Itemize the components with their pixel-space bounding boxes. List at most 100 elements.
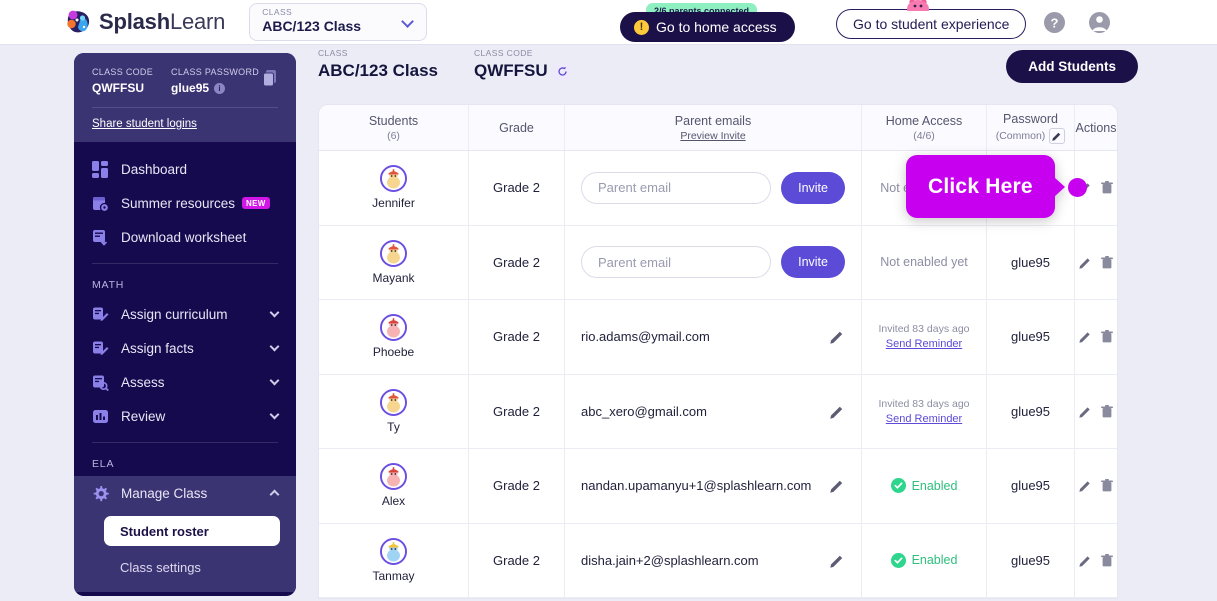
sidebar-nav-list: Dashboard Summer resources NEW	[74, 142, 296, 476]
sidebar-item-summer-resources-label: Summer resources	[121, 196, 235, 211]
delete-student-icon[interactable]	[1101, 479, 1113, 492]
sidebar-item-student-roster[interactable]: Student roster	[104, 516, 280, 546]
parent-email-entry: Parent email Invite	[565, 246, 861, 278]
parent-email-display: disha.jain+2@splashlearn.com	[565, 553, 861, 568]
parent-email-cell: rio.adams@ymail.com	[565, 300, 862, 374]
edit-student-icon[interactable]	[1079, 256, 1092, 269]
actions-cell	[1075, 300, 1117, 374]
sidebar-divider	[92, 107, 278, 108]
chevron-down-icon	[270, 342, 280, 352]
info-icon[interactable]: i	[214, 83, 225, 94]
table-row: MayankGrade 2Parent emailInviteNot enabl…	[319, 226, 1117, 301]
click-here-callout: Click Here	[906, 155, 1055, 218]
delete-student-icon[interactable]	[1101, 256, 1113, 269]
copy-icon[interactable]	[262, 69, 278, 92]
column-header-password-common: (Common)	[996, 130, 1046, 142]
header-class-label: CLASS	[318, 48, 438, 58]
edit-email-icon[interactable]	[830, 553, 845, 568]
home-access-status: Not enabled yet	[880, 255, 968, 269]
parent-email-cell: nandan.upamanyu+1@splashlearn.com	[565, 449, 862, 523]
actions-cell	[1075, 226, 1117, 300]
table-row: TyGrade 2abc_xero@gmail.comInvited 83 da…	[319, 375, 1117, 450]
user-account-icon[interactable]	[1088, 11, 1111, 39]
edit-student-icon[interactable]	[1079, 554, 1092, 567]
go-to-student-experience-button[interactable]: Go to student experience	[836, 9, 1026, 39]
click-target-highlight[interactable]	[1068, 178, 1087, 197]
actions-cell	[1075, 524, 1117, 598]
home-access-status: Enabled	[912, 479, 958, 493]
student-cell: Mayank	[319, 226, 469, 300]
add-students-button[interactable]: Add Students	[1006, 50, 1138, 83]
edit-student-icon[interactable]	[1079, 479, 1092, 492]
invite-button[interactable]: Invite	[781, 172, 845, 204]
sidebar-item-download-worksheet[interactable]: Download worksheet	[74, 220, 296, 254]
delete-student-icon[interactable]	[1101, 554, 1113, 567]
sidebar-manage-class-block: Manage Class Student roster Class settin…	[74, 476, 296, 592]
table-row: AlexGrade 2nandan.upamanyu+1@splashlearn…	[319, 449, 1117, 524]
home-access-enabled: Enabled	[891, 553, 958, 568]
student-name: Alex	[382, 494, 405, 508]
click-here-callout-label: Click Here	[906, 155, 1055, 218]
share-student-logins-link[interactable]: Share student logins	[92, 118, 278, 130]
table-body: JenniferGrade 2Parent emailInviteNot ena…	[319, 151, 1117, 598]
class-code-block: CLASS CODE QWFFSU	[92, 67, 153, 95]
sidebar-item-summer-resources[interactable]: Summer resources NEW	[74, 186, 296, 220]
sidebar-item-class-settings[interactable]: Class settings	[104, 552, 280, 582]
sidebar-item-assess[interactable]: Assess	[74, 365, 296, 399]
main-content: CLASS ABC/123 Class CLASS CODE QWFFSU Ad…	[318, 48, 1138, 599]
column-header-actions: Actions	[1075, 105, 1117, 150]
parent-email-entry: Parent email Invite	[565, 172, 861, 204]
parent-email-display: rio.adams@ymail.com	[565, 329, 861, 344]
preview-invite-link[interactable]: Preview Invite	[680, 130, 745, 142]
column-header-students: Students (6)	[319, 105, 469, 150]
sidebar-item-dashboard[interactable]: Dashboard	[74, 152, 296, 186]
student-cell: Phoebe	[319, 300, 469, 374]
avatar	[380, 538, 407, 565]
student-cell: Jennifer	[319, 151, 469, 225]
sidebar-item-review-label: Review	[121, 409, 165, 424]
class-code-label: CLASS CODE	[92, 67, 153, 77]
sidebar-item-manage-class[interactable]: Manage Class	[74, 476, 296, 510]
edit-email-icon[interactable]	[830, 404, 845, 419]
parent-email-input[interactable]: Parent email	[581, 172, 771, 204]
edit-email-icon[interactable]	[830, 478, 845, 493]
refresh-icon[interactable]	[554, 63, 571, 80]
sidebar-item-assign-facts[interactable]: Assign facts	[74, 331, 296, 365]
go-to-home-access-button[interactable]: ! Go to home access	[620, 12, 795, 42]
delete-student-icon[interactable]	[1101, 330, 1113, 343]
pencil-icon[interactable]	[1049, 128, 1065, 144]
invite-button[interactable]: Invite	[781, 246, 845, 278]
class-selector-dropdown[interactable]: CLASS ABC/123 Class	[249, 3, 427, 41]
parent-email-input[interactable]: Parent email	[581, 246, 771, 278]
password-cell: glue95	[987, 375, 1075, 449]
edit-student-icon[interactable]	[1079, 330, 1092, 343]
assess-icon	[92, 374, 111, 391]
delete-student-icon[interactable]	[1101, 405, 1113, 418]
parent-email-display: nandan.upamanyu+1@splashlearn.com	[565, 478, 861, 493]
parent-email-value: nandan.upamanyu+1@splashlearn.com	[581, 478, 830, 493]
edit-student-icon[interactable]	[1079, 405, 1092, 418]
parent-email-cell: disha.jain+2@splashlearn.com	[565, 524, 862, 598]
splashlearn-logo[interactable]: SplashLearn	[64, 7, 225, 37]
student-name: Mayank	[372, 271, 414, 285]
home-access-enabled: Enabled	[891, 478, 958, 493]
column-header-password-sub: (Common)	[996, 128, 1066, 144]
help-circle-icon[interactable]: ?	[1043, 11, 1066, 39]
header-class-value: ABC/123 Class	[318, 61, 438, 81]
delete-student-icon[interactable]	[1101, 181, 1113, 194]
avatar	[380, 240, 407, 267]
class-selector-label: CLASS	[262, 7, 416, 17]
send-reminder-link[interactable]: Send Reminder	[886, 413, 962, 425]
sidebar-item-assign-curriculum[interactable]: Assign curriculum	[74, 297, 296, 331]
calendar-clock-icon	[92, 195, 111, 212]
column-header-grade-title: Grade	[499, 121, 534, 135]
send-reminder-link[interactable]: Send Reminder	[886, 338, 962, 350]
parent-email-display: abc_xero@gmail.com	[565, 404, 861, 419]
assign-curriculum-icon	[92, 306, 111, 323]
edit-email-icon[interactable]	[830, 329, 845, 344]
sidebar-item-review[interactable]: Review	[74, 399, 296, 433]
avatar	[380, 463, 407, 490]
gear-icon	[92, 485, 111, 502]
password-cell: glue95	[987, 524, 1075, 598]
splashlearn-logo-icon	[64, 7, 94, 37]
